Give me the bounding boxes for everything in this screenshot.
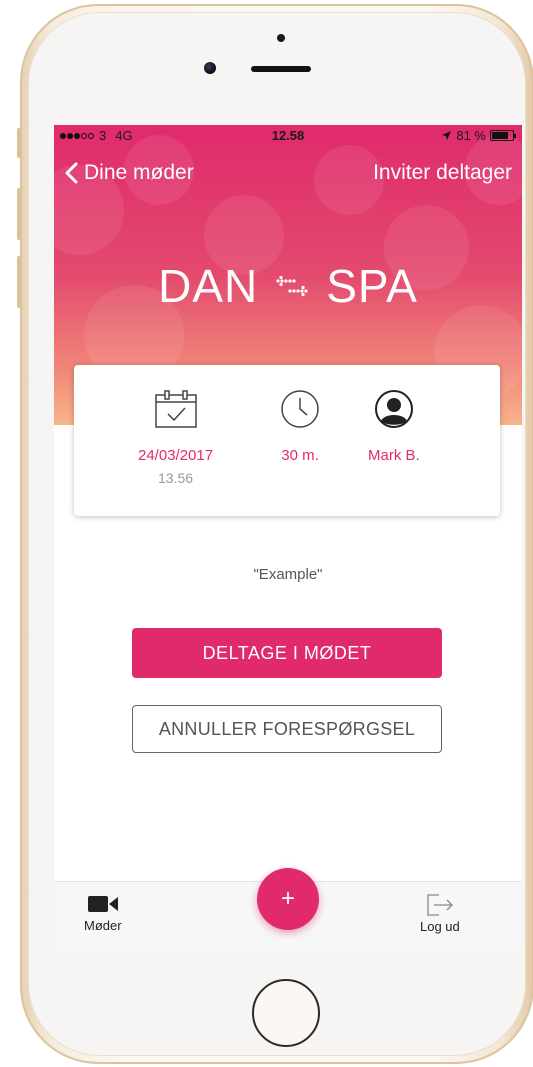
video-camera-icon <box>87 896 118 912</box>
date-column: 24/03/2017 13.56 <box>138 389 213 486</box>
logout-icon <box>427 894 453 916</box>
mute-switch <box>17 128 21 158</box>
proximity-sensor <box>277 34 285 42</box>
duration-column: 30 m. <box>280 389 320 464</box>
swap-arrows-icon <box>276 275 308 297</box>
battery-level <box>492 132 509 139</box>
tab-meetings-label: Møder <box>84 918 122 933</box>
back-button-label: Dine møder <box>84 161 194 184</box>
back-button[interactable]: Dine møder <box>64 161 194 185</box>
invite-participant-button[interactable]: Inviter deltager <box>373 161 512 185</box>
home-button[interactable] <box>252 979 320 1047</box>
tab-logout[interactable]: Log ud <box>420 894 460 934</box>
meeting-date: 24/03/2017 <box>138 447 214 464</box>
meeting-info-card: 24/03/2017 13.56 30 m. Mark B. <box>74 365 500 516</box>
battery-icon <box>490 130 516 141</box>
volume-up-button <box>17 188 21 240</box>
join-meeting-button[interactable]: DELTAGE I MØDET <box>132 628 442 678</box>
app-screen: 3 4G 12.58 81 % Dine møder Inviter delta… <box>54 125 522 951</box>
user-avatar-icon <box>374 390 413 428</box>
tab-bar: Møder + Log ud <box>54 868 522 951</box>
chevron-left-icon <box>65 162 78 184</box>
participant-column: Mark B. <box>368 389 420 464</box>
add-meeting-button[interactable]: + <box>257 868 319 930</box>
status-right-group: 81 % <box>441 128 516 143</box>
front-camera <box>204 62 216 74</box>
route-to: SPA <box>326 260 418 312</box>
meeting-duration: 30 m. <box>281 447 319 464</box>
earpiece-speaker <box>251 66 311 72</box>
clock-icon <box>281 390 319 428</box>
calendar-icon <box>154 390 197 428</box>
location-arrow-icon <box>442 131 452 140</box>
route-title: DAN SPA <box>54 259 522 313</box>
status-bar: 3 4G 12.58 81 % <box>54 125 522 147</box>
cancel-request-button[interactable]: ANNULLER FORESPØRGSEL <box>132 705 442 753</box>
tab-logout-label: Log ud <box>420 919 460 934</box>
volume-down-button <box>17 256 21 308</box>
route-from: DAN <box>158 260 259 312</box>
battery-percent: 81 % <box>456 128 486 143</box>
participant-name: Mark B. <box>368 447 420 464</box>
meeting-name: "Example" <box>253 566 323 583</box>
tab-meetings[interactable]: Møder <box>84 894 122 933</box>
meeting-time: 13.56 <box>158 470 194 486</box>
